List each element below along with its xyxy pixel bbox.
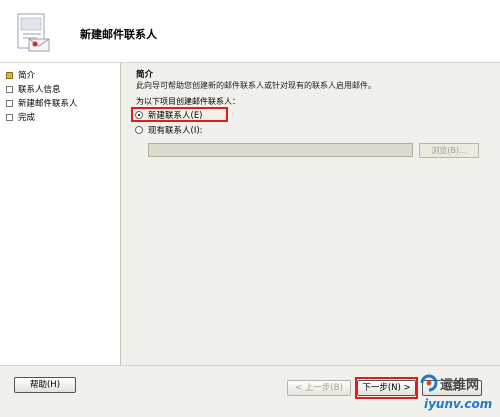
page-title: 新建邮件联系人 [80, 28, 157, 41]
section-description: 此向导可帮助您创建新的邮件联系人或针对现有的联系人启用邮件。 [136, 81, 376, 90]
nav-step-label: 联系人信息 [18, 85, 61, 95]
nav-step-label: 简介 [18, 71, 36, 81]
radio-unchecked-icon[interactable] [135, 125, 143, 134]
mail-contact-icon [17, 13, 50, 52]
wizard-content-panel: 简介 此向导可帮助您创建新的邮件联系人或针对现有的联系人启用邮件。 为以下项目创… [120, 63, 500, 365]
nav-step-label: 完成 [18, 113, 36, 123]
radio-existing-contact[interactable]: 现有联系人(I): [135, 123, 203, 136]
wizard-steps-nav: 简介 联系人信息 新建邮件联系人 完成 [0, 63, 120, 365]
nav-step-contact-info: 联系人信息 [6, 83, 61, 95]
nav-step-label: 新建邮件联系人 [18, 99, 78, 109]
nav-step-new-mail-contact: 新建邮件联系人 [6, 97, 78, 109]
watermark-text-bottom: iyunv.com [424, 397, 493, 411]
step-current-icon [6, 71, 13, 79]
back-button[interactable]: < 上一步(B) [287, 380, 351, 396]
annotation-highlight-box [355, 377, 418, 399]
annotation-highlight-box [131, 107, 228, 122]
browse-button[interactable]: 浏览(B)... [419, 143, 479, 158]
watermark-text-top: 运维网 [440, 378, 480, 393]
step-pending-icon [6, 113, 13, 121]
nav-step-finish: 完成 [6, 111, 35, 123]
nav-step-intro: 简介 [6, 69, 35, 81]
wizard-header: 新建邮件联系人 [0, 0, 500, 63]
watermark-logo-icon [420, 374, 438, 392]
option-prompt: 为以下项目创建邮件联系人： [136, 97, 240, 106]
help-button[interactable]: 帮助(H) [14, 377, 76, 393]
section-heading: 简介 [136, 70, 154, 80]
step-pending-icon [6, 85, 13, 93]
wizard-footer: 帮助(H) < 上一步(B) 下一步(N) > 取消 运维网 iyunv.com [0, 365, 500, 417]
step-pending-icon [6, 99, 13, 107]
existing-contact-field[interactable] [148, 143, 413, 157]
radio-existing-contact-label: 现有联系人(I): [148, 125, 203, 136]
watermark: 运维网 iyunv.com [418, 372, 500, 416]
